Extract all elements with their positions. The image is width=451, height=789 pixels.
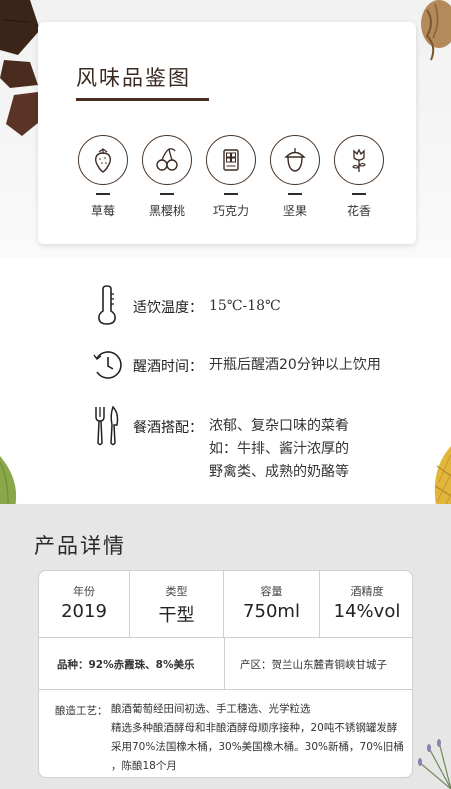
flavor-item-strawberry: 草莓 [72, 135, 134, 219]
chocolate-icon [206, 135, 256, 185]
flavor-label-cherry: 黑樱桃 [148, 204, 185, 218]
divider [224, 637, 225, 689]
process-line: 酿酒葡萄经田间初选、手工穗选、光学粒选 [111, 703, 311, 715]
flavor-item-cherry: 黑樱桃 [136, 135, 198, 219]
flavor-dash [96, 193, 110, 195]
flower-icon [334, 135, 384, 185]
detail-title: 产品详情 [34, 534, 126, 558]
divider [39, 637, 412, 638]
temperature-label: 适饮温度： [133, 300, 203, 316]
flavor-label-strawberry: 草莓 [90, 204, 115, 218]
spec-type: 类型 干型 [130, 571, 224, 637]
flavor-card: 风味品鉴图 草莓 黑樱桃 巧克力 坚果 花香 [38, 22, 416, 244]
pairing-line-2: 如：牛排、酱汁浓厚的 [209, 441, 349, 457]
variety-text: 品种：92%赤霞珠、8%美乐 [57, 659, 195, 671]
spec-value: 14%vol [333, 601, 401, 622]
decant-value: 开瓶后醒酒20分钟以上饮用 [209, 357, 381, 373]
cherry-icon [142, 135, 192, 185]
origin-text: 产区：贺兰山东麓青铜峡甘城子 [240, 659, 387, 671]
flavor-dash [288, 193, 302, 195]
thermometer-icon [93, 285, 121, 325]
spec-vintage: 年份 2019 [39, 571, 130, 637]
flavor-title: 风味品鉴图 [76, 66, 191, 90]
pairing-line-3: 野禽类、成熟的奶酪等 [209, 464, 349, 480]
flavor-item-chocolate: 巧克力 [200, 135, 262, 219]
flavor-label-nut: 坚果 [282, 204, 307, 218]
process-label: 酿造工艺： [55, 705, 108, 717]
spec-label: 酒精度 [350, 585, 384, 598]
flavor-dash [352, 193, 366, 195]
flavor-label-chocolate: 巧克力 [212, 204, 249, 218]
temperature-value: 15℃-18℃ [209, 298, 281, 314]
lavender-decoration [418, 739, 451, 789]
flavor-dash [224, 193, 238, 195]
process-line: 精选多种酿酒酵母和非酿酒酵母顺序接种，20吨不锈钢罐发酵 [111, 722, 398, 734]
spec-label: 类型 [165, 585, 188, 598]
process-line: ，陈酿18个月 [111, 760, 177, 772]
spec-volume: 容量 750ml [224, 571, 320, 637]
spec-label: 容量 [260, 585, 283, 598]
flavor-label-flower: 花香 [346, 204, 371, 218]
flavor-list: 草莓 黑樱桃 巧克力 坚果 花香 [72, 135, 392, 225]
decant-label: 醒酒时间： [133, 359, 203, 375]
cutlery-icon [93, 405, 121, 447]
spec-value: 2019 [61, 601, 107, 622]
spec-alcohol: 酒精度 14%vol [320, 571, 412, 637]
clock-icon [91, 345, 125, 385]
product-detail-card: 年份 2019 类型 干型 容量 750ml 酒精度 14%vol 品种：92%… [38, 570, 413, 778]
spec-value: 750ml [243, 601, 300, 622]
spec-label: 年份 [73, 585, 95, 598]
flavor-item-nut: 坚果 [264, 135, 326, 219]
pairing-line-1: 浓郁、复杂口味的菜肴 [209, 418, 349, 434]
spec-value: 干型 [158, 605, 195, 626]
title-underline [76, 98, 209, 101]
flavor-item-flower: 花香 [328, 135, 390, 219]
pairing-label: 餐酒搭配： [133, 420, 203, 436]
nut-icon [270, 135, 320, 185]
divider [39, 689, 412, 690]
strawberry-icon [78, 135, 128, 185]
process-line: 采用70%法国橡木桶，30%美国橡木桶。30%新桶，70%旧桶 [111, 741, 404, 753]
flavor-dash [160, 193, 174, 195]
